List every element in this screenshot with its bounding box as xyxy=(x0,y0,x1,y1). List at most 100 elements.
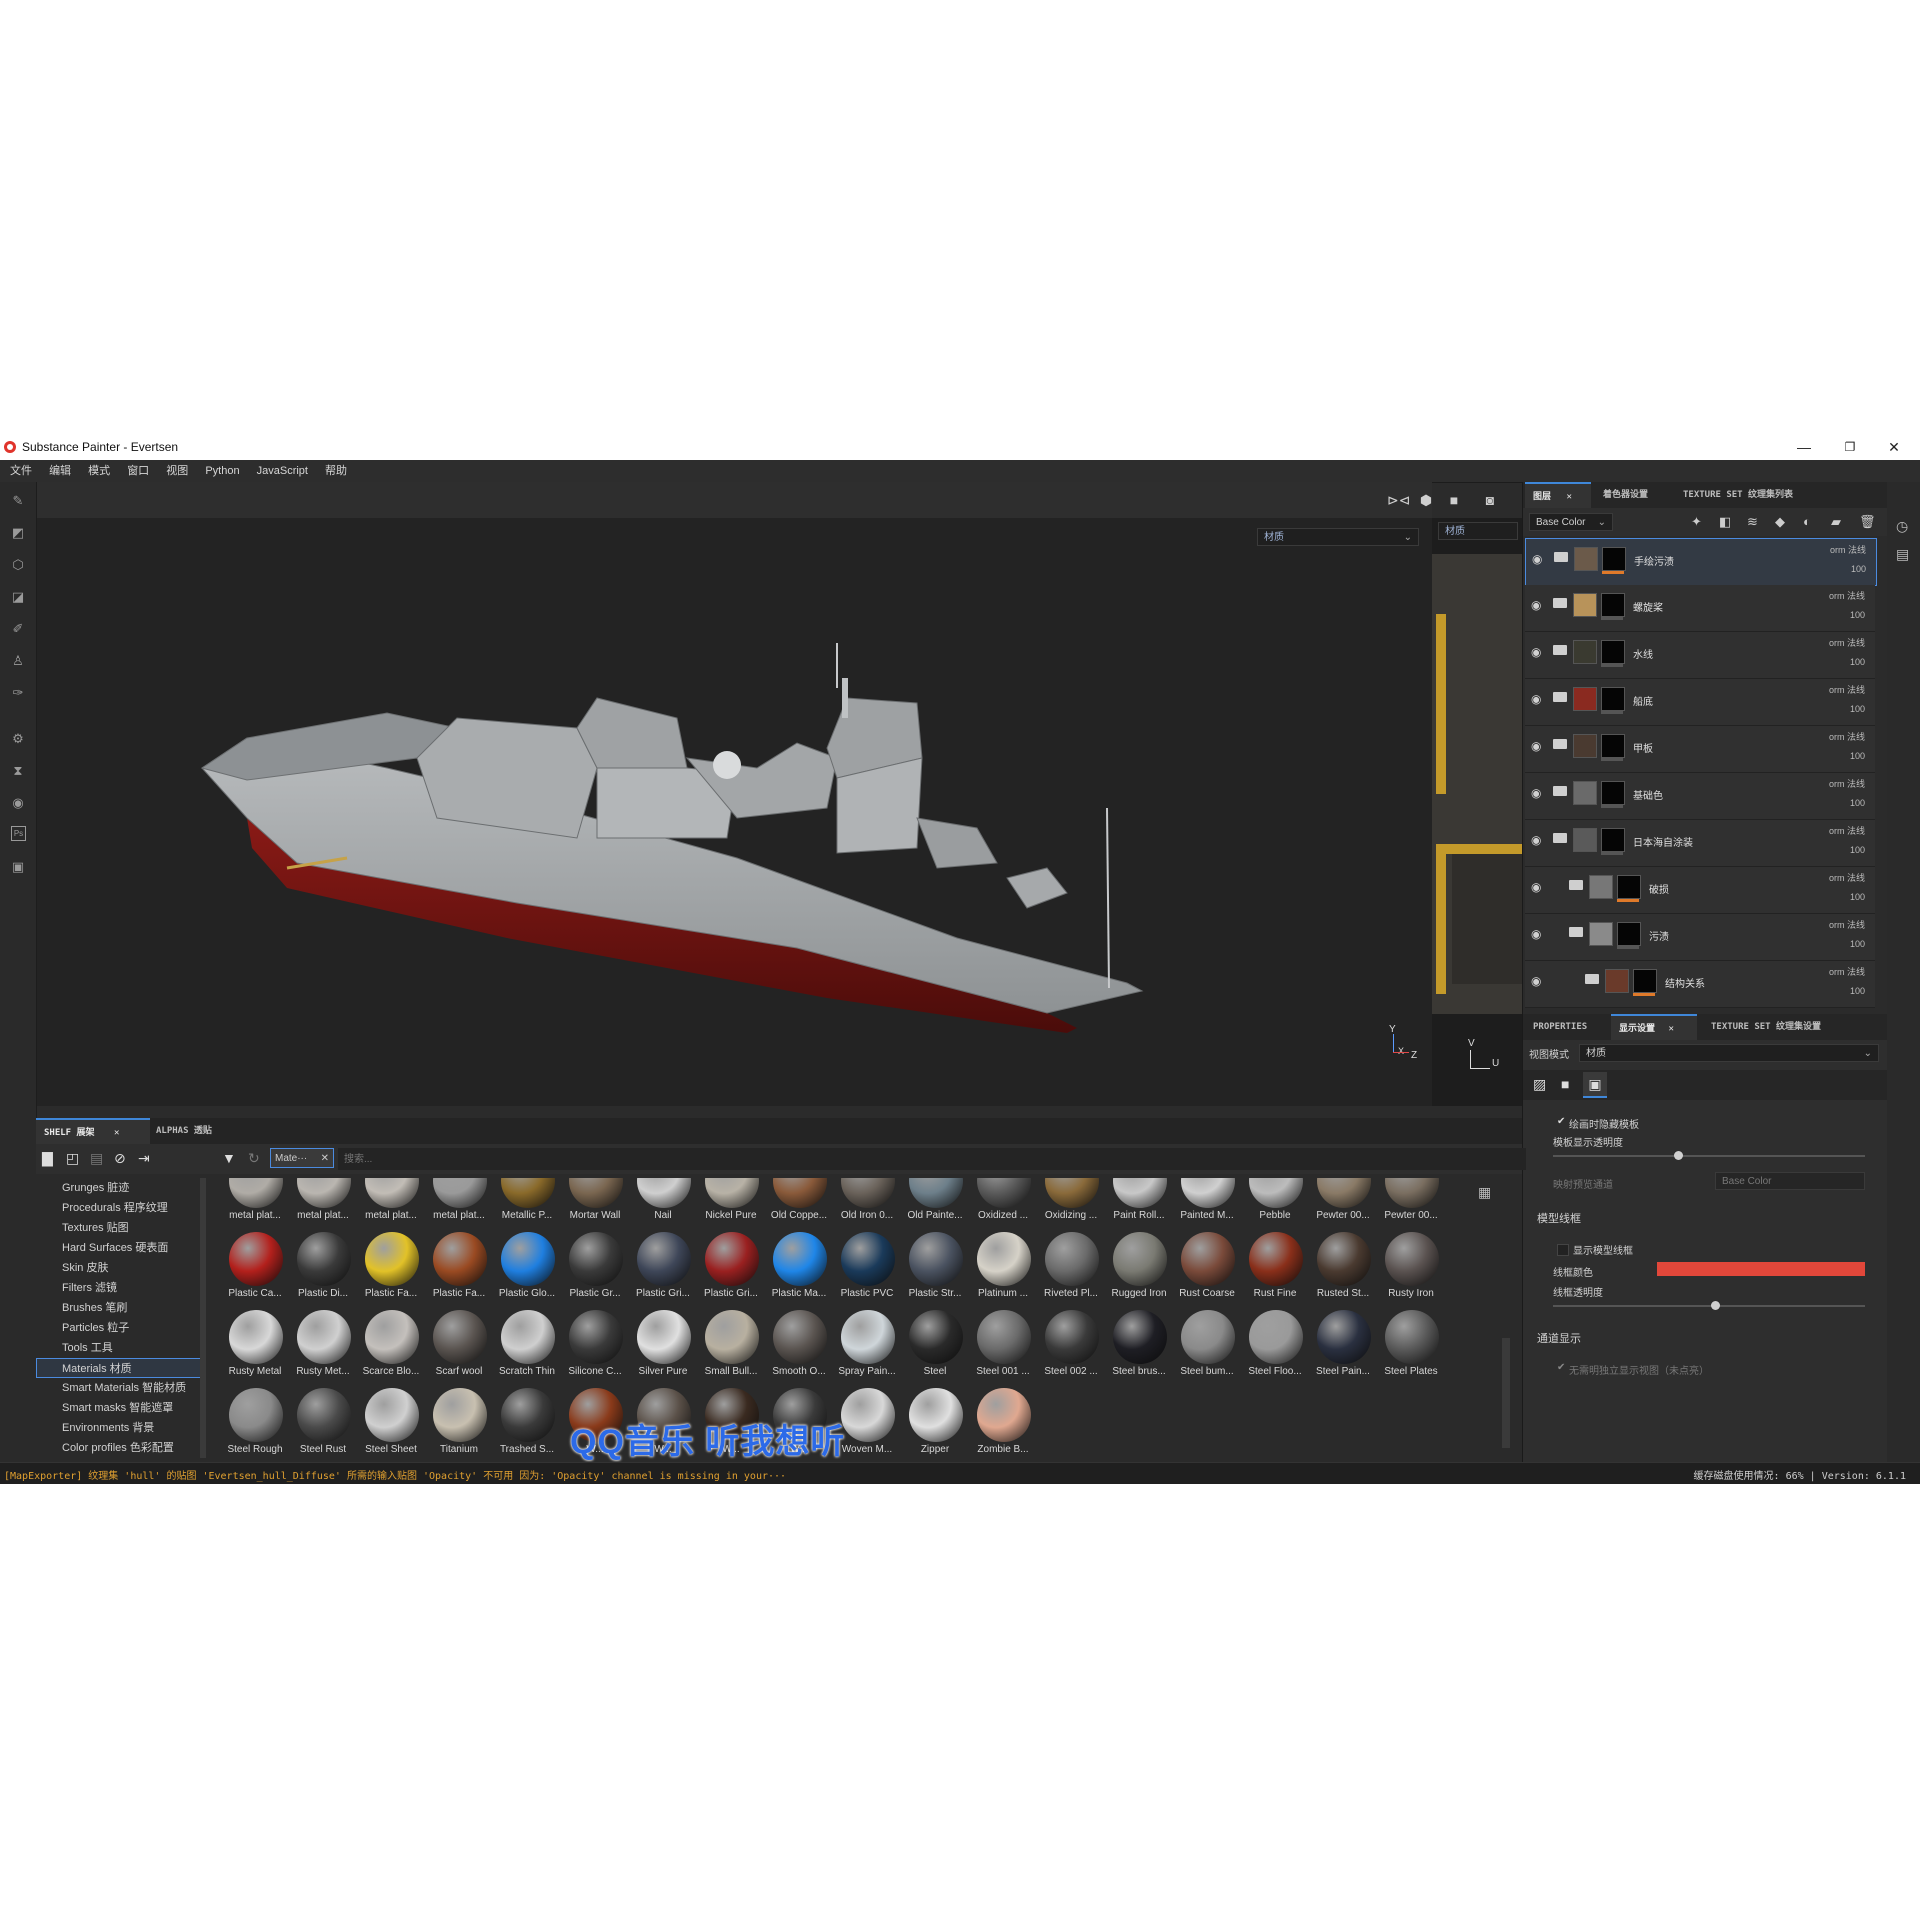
close-button[interactable]: ✕ xyxy=(1880,437,1908,457)
eraser-icon[interactable]: ◩ xyxy=(9,524,27,542)
tab-texture-set-settings[interactable]: TEXTURE SET 纹理集设置 xyxy=(1703,1014,1829,1040)
layer-blend-mode[interactable]: orm 法线 xyxy=(1829,824,1865,837)
menu-file[interactable]: 文件 xyxy=(10,460,32,482)
folder-icon[interactable] xyxy=(1553,692,1567,702)
minimize-button[interactable]: — xyxy=(1790,437,1818,457)
filter-funnel-icon[interactable]: ▼ xyxy=(222,1150,236,1166)
uv-2d-view[interactable]: 材质 V U xyxy=(1432,518,1522,1106)
mask-thumbnail[interactable] xyxy=(1617,875,1641,899)
layer-thumbnail[interactable] xyxy=(1574,547,1598,571)
shelf-category-item[interactable]: Color profiles 色彩配置 xyxy=(62,1438,174,1458)
layer-blend-mode[interactable]: orm 法线 xyxy=(1830,543,1866,556)
material-thumbnail[interactable]: Pewter 00... xyxy=(1378,1178,1444,1232)
layer-opacity[interactable]: 100 xyxy=(1850,939,1865,949)
paint-brush-icon[interactable]: ✎ xyxy=(9,492,27,510)
layer-item[interactable]: ◉ 基础色 orm 法线 100 xyxy=(1525,773,1875,820)
material-thumbnail[interactable]: metal plat... xyxy=(290,1178,356,1232)
layer-thumbnail[interactable] xyxy=(1573,640,1597,664)
polygon-fill-icon[interactable]: ◪ xyxy=(9,588,27,606)
material-thumbnail[interactable]: Plastic Ma... xyxy=(766,1232,832,1310)
add-mask-icon[interactable]: ◧ xyxy=(1719,514,1731,530)
history-clock-icon[interactable]: ◷ xyxy=(1896,518,1908,535)
symmetry-icon[interactable]: ⊳⊲ xyxy=(1387,490,1410,510)
mask-thumbnail[interactable] xyxy=(1602,547,1626,571)
layer-thumbnail[interactable] xyxy=(1573,828,1597,852)
materials-scrollbar[interactable] xyxy=(1502,1338,1510,1448)
close-tab-icon[interactable]: ✕ xyxy=(1668,1024,1673,1034)
layer-blend-mode[interactable]: orm 法线 xyxy=(1829,777,1865,790)
material-thumbnail[interactable]: metal plat... xyxy=(358,1178,424,1232)
wireframe-opacity-slider[interactable] xyxy=(1553,1301,1865,1310)
layer-thumbnail[interactable] xyxy=(1589,922,1613,946)
photoshop-icon[interactable]: Ps xyxy=(11,826,26,841)
shelf-category-item[interactable]: Materials 材质 xyxy=(36,1358,206,1378)
filter-chip[interactable]: Mate··· ✕ xyxy=(270,1148,334,1168)
folder-icon[interactable] xyxy=(1554,552,1568,562)
tab-display-settings[interactable]: 显示设置 ✕ xyxy=(1611,1014,1697,1042)
mask-thumbnail[interactable] xyxy=(1601,640,1625,664)
layer-blend-mode[interactable]: orm 法线 xyxy=(1829,918,1865,931)
material-thumbnail[interactable]: Plastic Ca... xyxy=(222,1232,288,1310)
material-thumbnail[interactable]: Rusty Met... xyxy=(290,1310,356,1388)
shelf-category-item[interactable]: Brushes 笔刷 xyxy=(62,1298,127,1318)
tab-alphas[interactable]: ALPHAS 透贴 xyxy=(148,1118,220,1144)
settings-gear-icon[interactable]: ⚙ xyxy=(9,730,27,748)
material-thumbnail[interactable]: Steel brus... xyxy=(1106,1310,1172,1388)
material-thumbnail[interactable]: Steel Plates xyxy=(1378,1310,1444,1388)
camera-icon[interactable]: ■ xyxy=(1561,1076,1569,1092)
menu-mode[interactable]: 模式 xyxy=(88,460,110,482)
visibility-eye-icon[interactable]: ◉ xyxy=(1531,692,1545,706)
folder-icon[interactable]: ▇ xyxy=(42,1150,53,1167)
layer-opacity[interactable]: 100 xyxy=(1850,610,1865,620)
slider-handle[interactable] xyxy=(1711,1301,1721,1310)
uv-material-select[interactable]: 材质 xyxy=(1438,522,1518,540)
material-thumbnail[interactable]: Pebble xyxy=(1242,1178,1308,1232)
menu-python[interactable]: Python xyxy=(205,460,239,482)
layer-item[interactable]: ◉ 螺旋桨 orm 法线 100 xyxy=(1525,585,1875,632)
material-thumbnail[interactable]: Nickel Pure xyxy=(698,1178,764,1232)
projection-icon[interactable]: ⬡ xyxy=(9,556,27,574)
visibility-eye-icon[interactable]: ◉ xyxy=(1531,598,1545,612)
material-thumbnail[interactable]: Oxidized ... xyxy=(970,1178,1036,1232)
material-thumbnail[interactable]: Titanium xyxy=(426,1388,492,1462)
material-thumbnail[interactable]: Old Painte... xyxy=(902,1178,968,1232)
material-thumbnail[interactable]: Scarce Blo... xyxy=(358,1310,424,1388)
material-thumbnail[interactable]: Steel Rust xyxy=(290,1388,356,1462)
layer-opacity[interactable]: 100 xyxy=(1850,751,1865,761)
material-thumbnail[interactable]: Steel Sheet xyxy=(358,1388,424,1462)
material-thumbnail[interactable]: Plastic Fa... xyxy=(358,1232,424,1310)
material-thumbnail[interactable]: Metallic P... xyxy=(494,1178,560,1232)
hide-eye-icon[interactable]: ⊘ xyxy=(114,1150,126,1167)
layer-thumbnail[interactable] xyxy=(1573,734,1597,758)
material-thumbnail[interactable]: Steel Rough xyxy=(222,1388,288,1462)
material-thumbnail[interactable]: Oxidizing ... xyxy=(1038,1178,1104,1232)
layer-opacity[interactable]: 100 xyxy=(1850,986,1865,996)
material-thumbnail[interactable]: Steel xyxy=(902,1310,968,1388)
menu-view[interactable]: 视图 xyxy=(166,460,188,482)
tab-properties[interactable]: PROPERTIES xyxy=(1525,1014,1595,1040)
material-thumbnail[interactable]: Silver Pure xyxy=(630,1310,696,1388)
material-thumbnail[interactable]: Plastic Fa... xyxy=(426,1232,492,1310)
material-thumbnail[interactable]: Zombie B... xyxy=(970,1388,1036,1462)
layer-item[interactable]: ◉ 结构关系 orm 法线 100 xyxy=(1525,961,1875,1008)
menu-edit[interactable]: 编辑 xyxy=(49,460,71,482)
visibility-eye-icon[interactable]: ◉ xyxy=(1531,739,1545,753)
channel-select[interactable]: Base Color ⌄ xyxy=(1529,513,1613,531)
material-thumbnail[interactable]: Trashed S... xyxy=(494,1388,560,1462)
layer-opacity[interactable]: 100 xyxy=(1850,892,1865,902)
layer-blend-mode[interactable]: orm 法线 xyxy=(1829,730,1865,743)
folder-icon[interactable] xyxy=(1553,739,1567,749)
color-palette-icon[interactable]: ◐ xyxy=(1803,514,1811,529)
layer-thumbnail[interactable] xyxy=(1573,593,1597,617)
close-tab-icon[interactable]: ✕ xyxy=(1566,492,1571,502)
material-thumbnail[interactable]: Small Bull... xyxy=(698,1310,764,1388)
folder-icon[interactable] xyxy=(1553,833,1567,843)
add-fill-layer-icon[interactable]: ◆ xyxy=(1775,514,1785,530)
category-scrollbar[interactable] xyxy=(200,1178,206,1458)
delete-trash-icon[interactable]: 🗑 xyxy=(1859,514,1876,530)
slider-handle[interactable] xyxy=(1673,1151,1683,1160)
material-thumbnail[interactable]: Rust Coarse xyxy=(1174,1232,1240,1310)
material-thumbnail[interactable]: Steel 002 ... xyxy=(1038,1310,1104,1388)
folder-icon[interactable] xyxy=(1553,598,1567,608)
shelf-category-item[interactable]: Environments 背景 xyxy=(62,1418,154,1438)
